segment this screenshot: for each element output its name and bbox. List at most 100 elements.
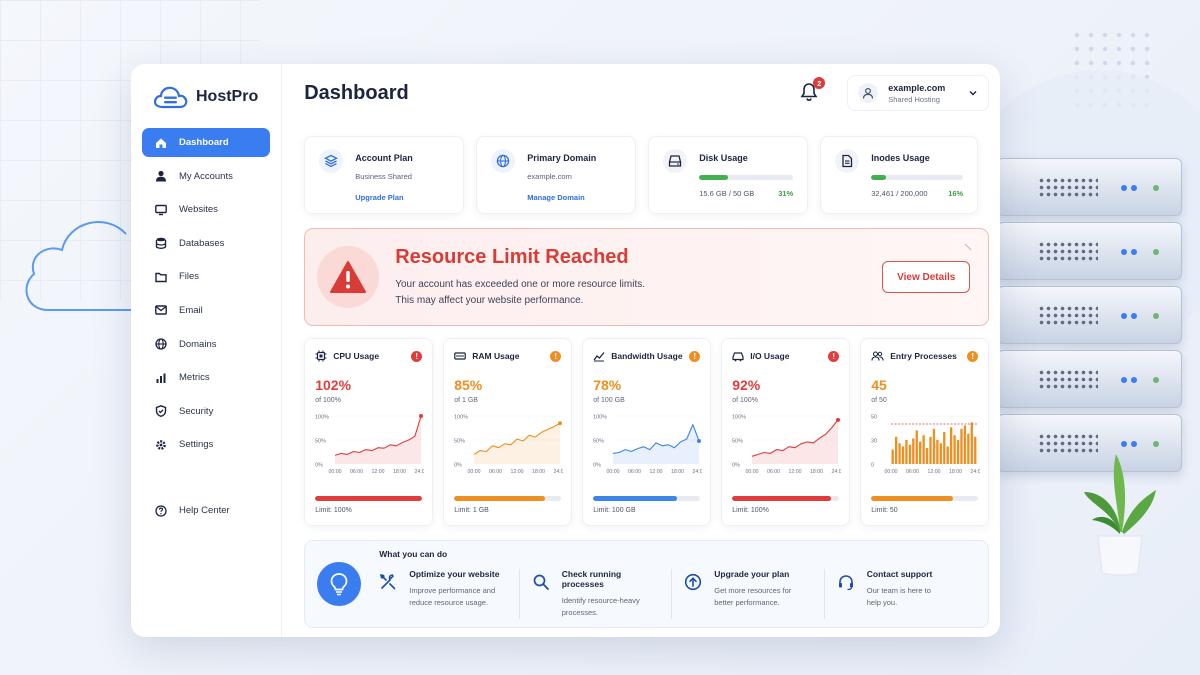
manage-domain-link[interactable]: Manage Domain — [527, 193, 621, 202]
cpu-usage-card[interactable]: CPU Usage ! 102% of 100% 100% 50% 0% 00:00 0… — [304, 338, 434, 526]
io-usage-card[interactable]: I/O Usage ! 92% of 100% 100% 50% 0% 00:00 06… — [721, 338, 851, 526]
chevron-down-icon — [969, 91, 977, 96]
bar — [970, 422, 974, 464]
tip-check-processes[interactable]: Check running processes Identify resourc… — [532, 569, 673, 619]
bar — [912, 438, 915, 464]
what-you-can-do-panel: What you can do Optimize your website Im… — [304, 540, 990, 628]
x-tick-label: 12:00 — [372, 469, 385, 475]
y-tick-label: 0% — [732, 463, 740, 469]
tip-contact-support[interactable]: Contact support Our team is here to help… — [837, 569, 977, 619]
memory-icon — [454, 352, 467, 360]
tip-description-line-2: better performance. — [714, 598, 780, 607]
sidebar-item-help-center[interactable]: Help Center — [142, 496, 270, 525]
notifications-button[interactable]: 2 — [799, 77, 826, 104]
sidebar-item-label: My Accounts — [179, 170, 233, 182]
plant-illustration — [1084, 454, 1156, 576]
tip-title: Upgrade your plan — [714, 569, 790, 579]
layers-icon — [319, 149, 344, 173]
bar — [967, 433, 970, 464]
alert-icon: ! — [689, 350, 701, 362]
brand-name: HostPro — [196, 88, 259, 105]
x-tick-label: 06:00 — [489, 469, 502, 475]
sidebar-item-label: Dashboard — [179, 137, 229, 148]
tip-description-line-1: Our team is here to — [866, 586, 931, 595]
bandwidth-usage-card[interactable]: Bandwidth Usage ! 78% of 100 GB 100% 50% 0… — [582, 338, 712, 526]
sidebar-item-websites[interactable]: Websites — [142, 195, 270, 224]
bar — [974, 436, 977, 464]
sidebar-item-label: Email — [179, 304, 203, 316]
metric-value: 92% — [732, 377, 761, 393]
bar — [939, 443, 943, 464]
sidebar-item-label: Websites — [179, 204, 218, 216]
sidebar-item-label: Files — [179, 271, 200, 283]
sidebar-item-label: Domains — [179, 338, 217, 350]
metric-capacity: of 100 GB — [593, 397, 625, 404]
bar — [898, 443, 901, 464]
x-tick-label: 06:00 — [350, 469, 363, 475]
metric-value: 45 — [871, 377, 887, 393]
x-tick-label: 24:00 — [832, 469, 841, 475]
ram-usage-card[interactable]: RAM Usage ! 85% of 1 GB 100% 50% 0% 00:00 06… — [443, 338, 573, 526]
brand-logo[interactable]: HostPro — [142, 82, 270, 112]
x-tick-label: 18:00 — [671, 469, 684, 475]
disk-usage-card: Disk Usage 15.6 GB / 50 GB 31% — [648, 136, 809, 214]
database-icon — [154, 237, 167, 250]
tip-optimize-website[interactable]: Optimize your website Improve performanc… — [379, 569, 520, 619]
ram-usage-chart: 100% 50% 0% 00:00 06:00 12:00 18:00 24:00 — [454, 415, 563, 476]
bar — [895, 436, 898, 464]
y-tick-label: 100% — [454, 415, 468, 421]
account-domain: example.com — [888, 82, 946, 93]
view-details-button[interactable]: View Details — [882, 261, 971, 293]
alert-icon: ! — [967, 350, 979, 362]
sidebar-item-dashboard[interactable]: Dashboard — [142, 128, 271, 157]
x-tick-label: 24:00 — [971, 469, 980, 475]
alert-message-line-2: This may affect your website performance… — [395, 294, 584, 306]
sidebar-item-security[interactable]: Security — [142, 397, 270, 426]
bar — [919, 441, 922, 464]
bar — [905, 440, 908, 464]
sidebar-item-settings[interactable]: Settings — [142, 430, 270, 459]
upgrade-plan-link[interactable]: Upgrade Plan — [355, 193, 449, 202]
y-tick-label: 30 — [871, 439, 877, 445]
sidebar-item-databases[interactable]: Databases — [142, 229, 270, 258]
cpu-icon — [315, 350, 327, 362]
user-icon — [154, 170, 167, 183]
bar — [953, 435, 956, 464]
y-tick-label: 0% — [315, 463, 323, 469]
sidebar-item-email[interactable]: Email — [142, 296, 270, 325]
sidebar-item-domains[interactable]: Domains — [142, 330, 270, 359]
entry-processes-card[interactable]: Entry Processes ! 45 of 50 50 30 0 00:00 06:… — [860, 338, 990, 526]
y-tick-label: 100% — [315, 415, 329, 421]
bar — [957, 440, 960, 464]
tip-title: Check running processes — [561, 569, 622, 589]
sidebar-item-my-accounts[interactable]: My Accounts — [142, 162, 270, 191]
card-title: Account Plan — [355, 153, 413, 163]
io-usage-progress — [732, 496, 840, 501]
x-tick-label: 24:00 — [554, 469, 563, 475]
x-tick-label: 00:00 — [746, 469, 759, 475]
sidebar-item-label: Settings — [179, 439, 214, 451]
y-tick-label: 50 — [871, 415, 877, 421]
app-window: HostPro Dashboard My Accounts Websites D… — [131, 64, 1000, 637]
x-tick-label: 18:00 — [810, 469, 823, 475]
metric-name: I/O Usage — [750, 351, 790, 361]
account-switcher[interactable]: example.com Shared Hosting — [847, 75, 990, 111]
cpu-usage-chart: 100% 50% 0% 00:00 06:00 12:00 18:00 24:00 — [315, 414, 424, 475]
metric-limit: Limit: 100% — [315, 507, 352, 514]
sidebar-item-metrics[interactable]: Metrics — [142, 363, 270, 392]
bar — [926, 448, 929, 464]
globe-icon — [154, 338, 167, 351]
bar — [963, 425, 967, 464]
close-icon[interactable] — [964, 243, 972, 251]
disk-usage-value: 15.6 GB / 50 GB — [699, 189, 755, 198]
search-icon — [533, 574, 549, 590]
card-title: Inodes Usage — [871, 153, 930, 163]
cpu-usage-progress — [315, 496, 423, 501]
sidebar-item-files[interactable]: Files — [142, 262, 270, 291]
card-title: Primary Domain — [527, 153, 597, 163]
tip-upgrade-plan[interactable]: Upgrade your plan Get more resources for… — [684, 569, 825, 619]
bar — [929, 436, 932, 464]
top-bar: Dashboard 2 example.com Shared Hosting — [304, 75, 990, 111]
cloud-icon — [25, 221, 146, 311]
x-tick-label: 00:00 — [885, 469, 898, 475]
